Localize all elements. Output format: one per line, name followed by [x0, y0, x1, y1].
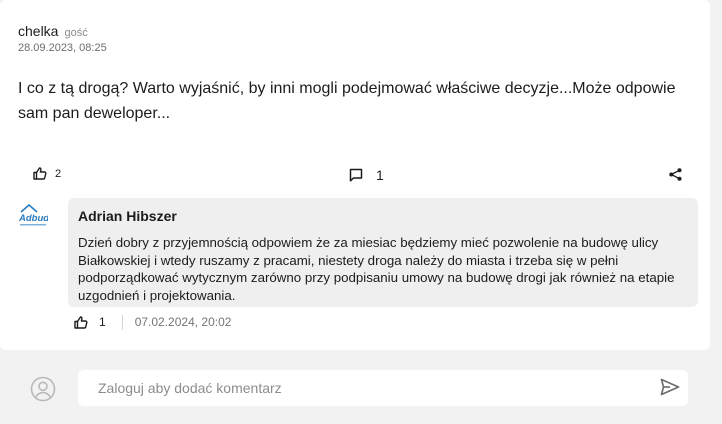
send-icon: [660, 378, 682, 396]
post-actions: 2 1: [0, 163, 710, 187]
divider: [121, 314, 123, 330]
company-logo: Adbud: [18, 200, 49, 228]
thumbs-up-icon: [33, 167, 47, 180]
user-avatar-icon: [30, 376, 56, 402]
comment-composer: [30, 370, 690, 406]
comment-count: 1: [376, 167, 384, 183]
reply-date: 07.02.2024, 20:02: [134, 315, 232, 329]
reply-bubble: Adrian Hibszer Dzień dobry z przyjemnośc…: [68, 198, 698, 307]
author-name: chelka: [18, 23, 59, 39]
reply-like-button[interactable]: 1: [74, 315, 106, 329]
logo-text: Adbud: [18, 213, 48, 224]
share-icon: [669, 168, 682, 181]
post-date: 28.09.2023, 08:25: [18, 42, 107, 54]
comment-input[interactable]: [78, 370, 688, 406]
author-role: gość: [64, 27, 88, 39]
reply-body: Dzień dobry z przyjemnością odpowiem że …: [78, 235, 675, 303]
author-line: chelka gość: [18, 23, 88, 39]
thumbs-up-icon: [74, 315, 88, 329]
reply-like-count: 1: [99, 315, 106, 329]
send-button[interactable]: [660, 378, 682, 398]
like-count: 2: [55, 167, 62, 180]
comment-icon: [349, 168, 363, 182]
reply-meta: 1 07.02.2024, 20:02: [74, 314, 231, 330]
reply-author: Adrian Hibszer: [78, 208, 177, 224]
comment-card: chelka gość 28.09.2023, 08:25 I co z tą …: [0, 0, 710, 350]
share-button[interactable]: [669, 168, 682, 181]
post-body: I co z tą drogą? Warto wyjaśnić, by inni…: [18, 80, 676, 122]
comments-button[interactable]: 1: [349, 167, 384, 183]
like-button[interactable]: 2: [33, 167, 61, 180]
